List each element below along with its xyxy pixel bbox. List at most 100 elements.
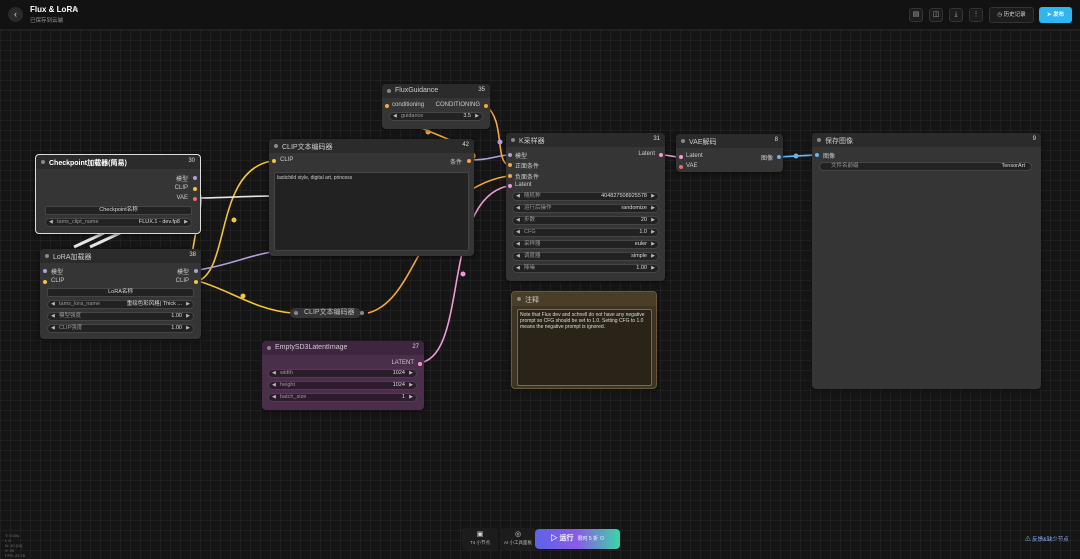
- input-latent-pin[interactable]: [508, 184, 512, 188]
- input-clip-pin[interactable]: [43, 280, 47, 284]
- output-model-pin[interactable]: [193, 176, 197, 180]
- width-stepper[interactable]: ◀ width 1024 ▶: [268, 369, 417, 378]
- arrow-left-icon[interactable]: ◀: [272, 370, 276, 377]
- arrow-right-icon[interactable]: ▶: [651, 265, 655, 272]
- feedback-button[interactable]: ⚠ 反馈&缺少节点: [1025, 535, 1069, 543]
- arrow-left-icon[interactable]: ◀: [516, 229, 520, 236]
- empty-latent-image-node[interactable]: EmptySD3LatentImage 27 LATENT ◀ width 1024 ▶…: [262, 341, 424, 410]
- node-library-button[interactable]: ▣ T4 小节点: [462, 528, 498, 550]
- note-node[interactable]: 注释 Note that Flux dev and schnell do not…: [511, 291, 657, 389]
- node-header[interactable]: FluxGuidance 35: [382, 84, 490, 98]
- batch-size-stepper[interactable]: ◀ batch_size 1 ▶: [268, 393, 417, 402]
- input-vae-pin[interactable]: [679, 165, 683, 169]
- input-image-pin[interactable]: [815, 153, 819, 157]
- input-clip-pin[interactable]: [272, 159, 276, 163]
- filename-prefix-field[interactable]: 文件名前缀 TensorArt: [819, 162, 1032, 171]
- download-icon[interactable]: ⤓: [949, 8, 963, 22]
- scheduler-select[interactable]: ◀ 调度器 simple ▶: [512, 252, 659, 261]
- steps-stepper[interactable]: ◀ 步数 20 ▶: [512, 216, 659, 225]
- run-button[interactable]: ▷ 运行 限时 5 折 ⊙: [535, 529, 620, 549]
- output-latent-pin[interactable]: [659, 153, 663, 157]
- arrow-left-icon[interactable]: ◀: [272, 394, 276, 401]
- node-header[interactable]: EmptySD3LatentImage 27: [262, 341, 424, 355]
- publish-button[interactable]: ➤ 发布: [1039, 7, 1072, 23]
- output-clip-pin[interactable]: [194, 280, 198, 284]
- arrow-right-icon[interactable]: ▶: [186, 325, 190, 332]
- arrow-right-icon[interactable]: ▶: [651, 193, 655, 200]
- arrow-left-icon[interactable]: ◀: [516, 265, 520, 272]
- arrow-right-icon[interactable]: ▶: [409, 370, 413, 377]
- seed-stepper[interactable]: ◀ 随机种 404827508925578 ▶: [512, 192, 659, 201]
- prompt-textarea[interactable]: lastichild style, digital art, princess: [274, 172, 469, 251]
- arrow-left-icon[interactable]: ◀: [51, 301, 55, 308]
- node-header[interactable]: LoRA加载器 38: [40, 249, 201, 263]
- arrow-right-icon[interactable]: ▶: [409, 382, 413, 389]
- collapse-dot-icon[interactable]: [387, 89, 391, 93]
- collapse-dot-icon[interactable]: [41, 160, 45, 164]
- sampler-select[interactable]: ◀ 采样器 euler ▶: [512, 240, 659, 249]
- height-stepper[interactable]: ◀ height 1024 ▶: [268, 381, 417, 390]
- arrow-right-icon[interactable]: ▶: [186, 313, 190, 320]
- node-header[interactable]: 保存图像 9: [812, 133, 1041, 147]
- input-latent-pin[interactable]: [679, 155, 683, 159]
- arrow-left-icon[interactable]: ◀: [272, 382, 276, 389]
- input-model-pin[interactable]: [43, 269, 47, 273]
- vae-decode-node[interactable]: VAE解码 8 Latent VAE 图像: [676, 134, 783, 172]
- collapse-dot-icon[interactable]: [511, 138, 515, 142]
- checkpoint-name-field[interactable]: Checkpoint名称: [45, 206, 192, 215]
- clip-text-encoder-node[interactable]: CLIP文本编码器 42 CLIP 条件 lastichild style, di…: [269, 139, 474, 256]
- node-header[interactable]: 注释: [512, 292, 656, 306]
- arrow-left-icon[interactable]: ◀: [51, 325, 55, 332]
- node-header[interactable]: K采样器 31: [506, 133, 665, 147]
- more-icon[interactable]: ⋮: [969, 8, 983, 22]
- denoise-stepper[interactable]: ◀ 降噪 1.00 ▶: [512, 264, 659, 273]
- collapse-dot-icon[interactable]: [267, 346, 271, 350]
- output-clip-pin[interactable]: [193, 187, 197, 191]
- collapse-dot-icon[interactable]: [45, 254, 49, 258]
- arrow-left-icon[interactable]: ◀: [516, 217, 520, 224]
- clip-text-encoder-collapsed-node[interactable]: CLIP文本编码器: [290, 308, 364, 318]
- output-conditioning-pin[interactable]: [467, 159, 471, 163]
- collapse-dot-icon[interactable]: [294, 311, 298, 315]
- arrow-right-icon[interactable]: ▶: [651, 217, 655, 224]
- collapse-dot-icon[interactable]: [681, 139, 685, 143]
- note-textarea[interactable]: Note that Flux dev and schnell do not ha…: [517, 309, 652, 386]
- arrow-right-icon[interactable]: ▶: [651, 241, 655, 248]
- node-header[interactable]: Checkpoint加载器(简易) 30: [36, 155, 200, 169]
- arrow-right-icon[interactable]: ▶: [184, 219, 188, 226]
- collapse-dot-icon[interactable]: [817, 138, 821, 142]
- input-conditioning-pin[interactable]: [385, 104, 389, 108]
- input-model-pin[interactable]: [508, 153, 512, 157]
- arrow-left-icon[interactable]: ◀: [516, 241, 520, 248]
- model-strength-stepper[interactable]: ◀ 模型强度 1.00 ▶: [47, 312, 194, 321]
- arrow-left-icon[interactable]: ◀: [516, 205, 520, 212]
- arrow-right-icon[interactable]: ▶: [651, 229, 655, 236]
- node-header[interactable]: VAE解码 8: [676, 134, 783, 148]
- arrow-left-icon[interactable]: ◀: [516, 253, 520, 260]
- collapse-dot-icon[interactable]: [274, 144, 278, 148]
- output-image-pin[interactable]: [777, 155, 781, 159]
- arrow-left-icon[interactable]: ◀: [51, 313, 55, 320]
- output-conditioning-pin[interactable]: [484, 104, 488, 108]
- lora-name-field[interactable]: LoRA名称: [47, 288, 194, 297]
- node-header[interactable]: CLIP文本编码器 42: [269, 139, 474, 153]
- history-button[interactable]: ◷ 历史记录: [989, 7, 1034, 23]
- guidance-stepper[interactable]: ◀ guidance 3.5 ▶: [389, 112, 483, 121]
- flux-guidance-node[interactable]: FluxGuidance 35 conditioning CONDITIONING…: [382, 84, 490, 129]
- arrow-right-icon[interactable]: ▶: [409, 394, 413, 401]
- arrow-left-icon[interactable]: ◀: [393, 113, 397, 120]
- cfg-stepper[interactable]: ◀ CFG 1.0 ▶: [512, 228, 659, 237]
- arrow-left-icon[interactable]: ◀: [49, 219, 53, 226]
- checkpoint-select[interactable]: ◀ tams_clipt_name FLUX.1 - dev.fp8 ▶: [45, 218, 192, 227]
- output-model-pin[interactable]: [194, 269, 198, 273]
- lora-select[interactable]: ◀ tams_lora_name 重绘色彩风格| Thick ... ▶: [47, 300, 194, 309]
- arrow-right-icon[interactable]: ▶: [475, 113, 479, 120]
- ai-tools-button[interactable]: ◎ AI 小工具面板: [500, 528, 536, 550]
- checkpoint-loader-node[interactable]: Checkpoint加载器(简易) 30 模型 CLIP VAE Checkpoi…: [35, 154, 201, 234]
- arrow-right-icon[interactable]: ▶: [651, 205, 655, 212]
- arrow-left-icon[interactable]: ◀: [516, 193, 520, 200]
- collapse-dot-icon[interactable]: [517, 297, 521, 301]
- document-icon[interactable]: ▤: [909, 8, 923, 22]
- arrow-right-icon[interactable]: ▶: [651, 253, 655, 260]
- lora-loader-node[interactable]: LoRA加载器 38 模型 CLIP 模型 CLIP LoRA名称 ◀ tams_l…: [40, 249, 201, 339]
